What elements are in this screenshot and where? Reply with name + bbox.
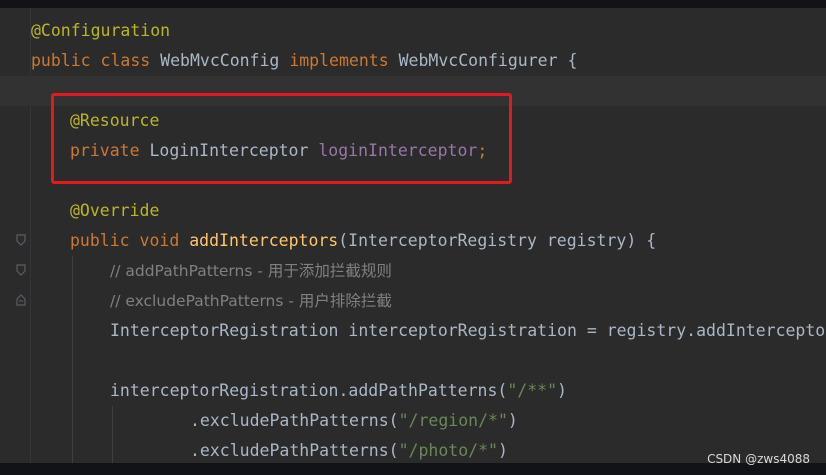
- brace-token: {: [567, 51, 578, 70]
- class-name-token: WebMvcConfig: [160, 51, 280, 70]
- string-token: "/**": [507, 381, 558, 400]
- code-line[interactable]: // addPathPatterns - 用于添加拦截规则: [0, 256, 826, 286]
- code-line[interactable]: interceptorRegistration.addPathPatterns(…: [0, 376, 826, 406]
- bottom-edge: [0, 463, 826, 475]
- call-token: interceptorRegistration.addPathPatterns(: [110, 381, 508, 400]
- string-token: "/photo/*": [398, 441, 498, 460]
- method-name-token: addInterceptors: [189, 231, 339, 250]
- code-line[interactable]: public void addInterceptors(InterceptorR…: [0, 226, 826, 256]
- interface-name-token: WebMvcConfigurer: [398, 51, 558, 70]
- statement-token: InterceptorRegistration interceptorRegis…: [110, 321, 826, 340]
- keyword-token: void: [139, 231, 180, 250]
- paren-token: ): [557, 381, 567, 400]
- keyword-token: implements: [289, 51, 389, 70]
- comment-token: // addPathPatterns - 用于添加拦截规则: [110, 262, 392, 280]
- call-token: .excludePathPatterns(: [190, 441, 399, 460]
- keyword-token: public: [70, 231, 130, 250]
- code-line[interactable]: // excludePathPatterns - 用户排除拦截: [0, 286, 826, 316]
- comment-token: // excludePathPatterns - 用户排除拦截: [110, 292, 392, 310]
- top-edge: [0, 0, 826, 8]
- code-line[interactable]: @Override: [0, 196, 826, 226]
- call-token: .excludePathPatterns(: [190, 411, 399, 430]
- code-line[interactable]: @Configuration: [0, 16, 826, 46]
- keyword-token: class: [100, 51, 151, 70]
- params-token: (InterceptorRegistry registry) {: [338, 231, 657, 250]
- code-line[interactable]: .excludePathPatterns("/photo/*"): [0, 436, 826, 466]
- code-line[interactable]: .excludePathPatterns("/region/*"): [0, 406, 826, 436]
- string-token: "/region/*": [398, 411, 508, 430]
- red-highlight-box: [51, 93, 512, 184]
- annotation-token: @Configuration: [31, 21, 171, 40]
- code-line[interactable]: InterceptorRegistration interceptorRegis…: [0, 316, 826, 346]
- code-editor[interactable]: @Configuration public class WebMvcConfig…: [0, 0, 826, 475]
- code-line[interactable]: public class WebMvcConfig implements Web…: [0, 46, 826, 76]
- keyword-token: public: [31, 51, 91, 70]
- watermark: CSDN @zws4088: [707, 452, 810, 466]
- annotation-token: @Override: [70, 201, 160, 220]
- paren-token: ): [497, 441, 508, 460]
- paren-token: ): [507, 411, 518, 430]
